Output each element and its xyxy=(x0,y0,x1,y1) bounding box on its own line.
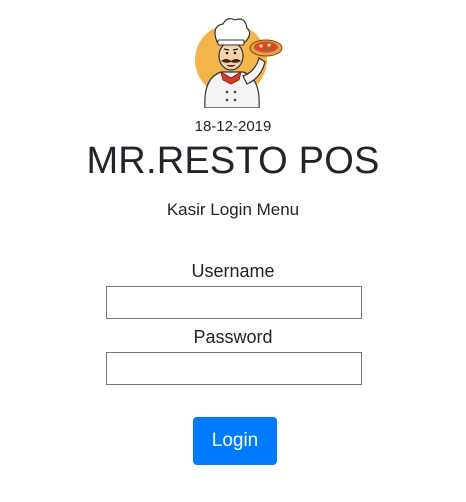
chef-pizza-icon xyxy=(183,12,283,109)
app-title: MR.RESTO POS xyxy=(86,140,380,182)
username-label: Username xyxy=(191,261,275,281)
username-input[interactable] xyxy=(106,286,362,319)
login-button[interactable]: Login xyxy=(193,417,277,465)
current-date: 18-12-2019 xyxy=(194,118,272,135)
login-subtitle: Kasir Login Menu xyxy=(166,200,300,219)
password-input[interactable] xyxy=(106,352,362,385)
password-label: Password xyxy=(193,327,273,347)
